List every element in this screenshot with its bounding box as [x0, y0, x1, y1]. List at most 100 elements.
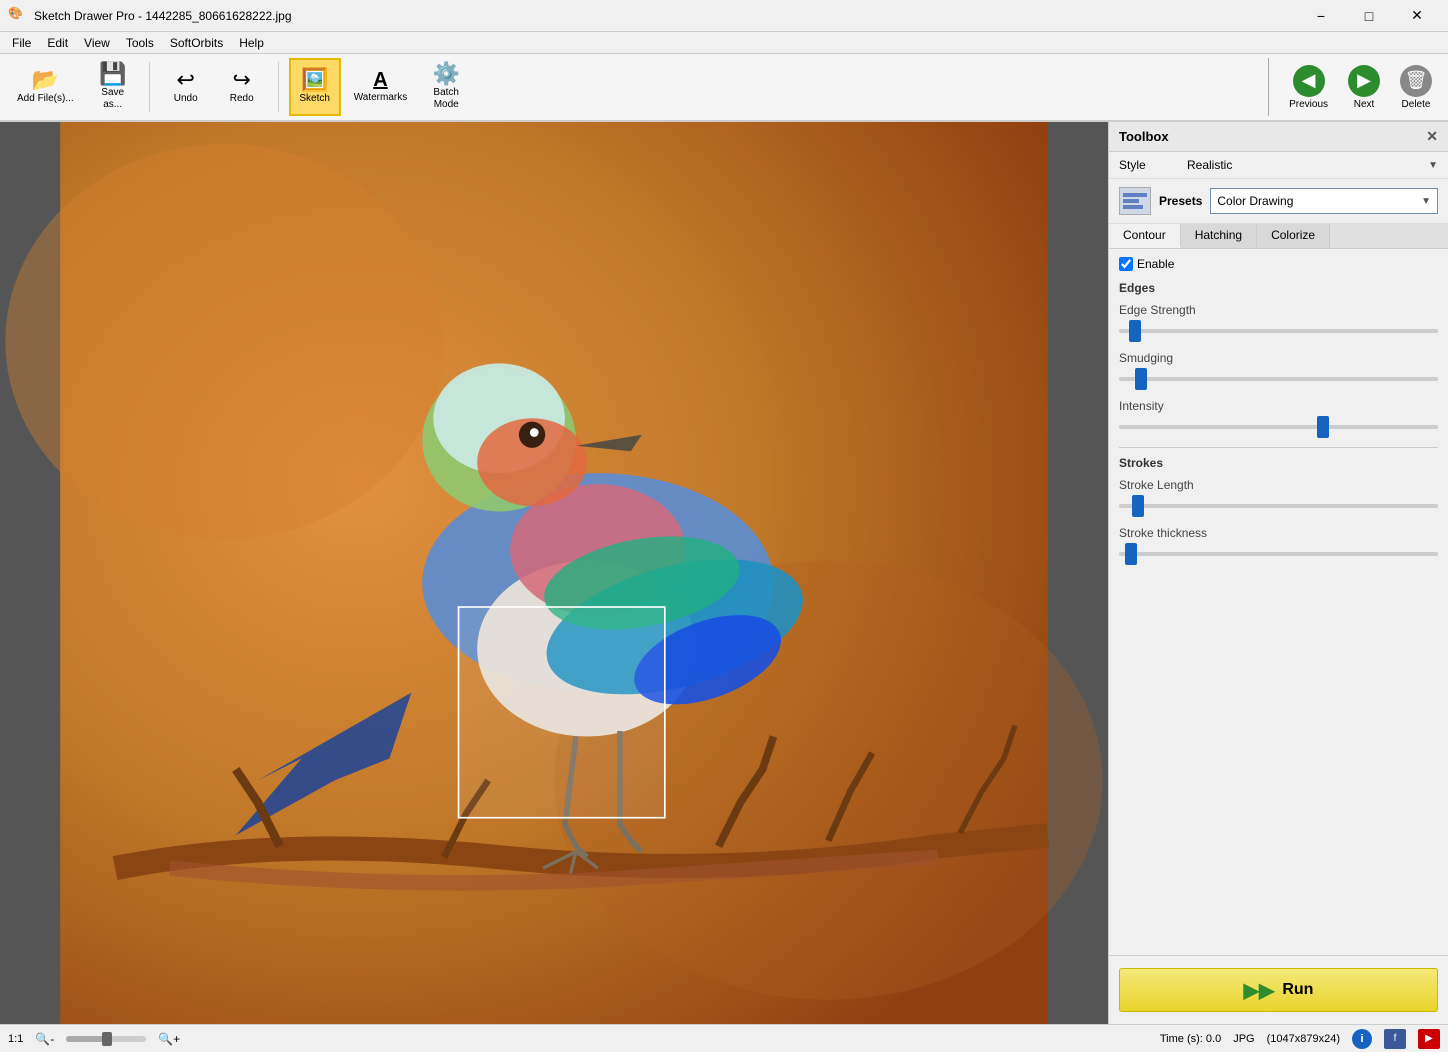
preset-dropdown-arrow: ▼	[1421, 196, 1431, 207]
zoom-in-icon[interactable]: 🔍+	[158, 1032, 180, 1046]
undo-icon: ↩	[176, 69, 194, 91]
batch-label: BatchMode	[433, 87, 459, 111]
stroke-length-thumb[interactable]	[1132, 495, 1144, 517]
edge-strength-slider-group: Edge Strength	[1119, 303, 1438, 341]
facebook-button[interactable]: f	[1384, 1029, 1406, 1049]
dimensions-label: (1047x879x24)	[1267, 1033, 1340, 1045]
smudging-slider[interactable]	[1119, 369, 1438, 389]
app-icon: 🎨	[8, 6, 28, 26]
stroke-length-slider-group: Stroke Length	[1119, 478, 1438, 516]
zoom-out-icon[interactable]: 🔍-	[35, 1032, 54, 1046]
redo-icon: ↪	[232, 69, 250, 91]
add-files-icon: 📂	[32, 69, 59, 91]
delete-label: Delete	[1402, 99, 1431, 110]
intensity-thumb[interactable]	[1317, 416, 1329, 438]
delete-button[interactable]: 🗑 Delete	[1392, 61, 1440, 114]
stroke-thickness-rail	[1119, 552, 1438, 556]
sketch-label: Sketch	[299, 93, 330, 105]
tab-hatching[interactable]: Hatching	[1181, 224, 1257, 248]
sketch-button[interactable]: 🖼️ Sketch	[289, 58, 341, 116]
next-label: Next	[1354, 99, 1375, 110]
undo-label: Undo	[174, 93, 198, 105]
stroke-length-slider[interactable]	[1119, 496, 1438, 516]
tab-colorize[interactable]: Colorize	[1257, 224, 1330, 248]
toolbox-content: Enable Edges Edge Strength Smudging	[1109, 249, 1448, 955]
save-icon: 💾	[99, 63, 126, 85]
menu-file[interactable]: File	[4, 34, 39, 52]
tab-contour[interactable]: Contour	[1109, 224, 1181, 248]
enable-checkbox[interactable]	[1119, 257, 1133, 271]
batch-mode-button[interactable]: ⚙️ BatchMode	[420, 58, 472, 116]
run-icon: ▶▶	[1244, 978, 1275, 1003]
nav-buttons: ◀ Previous ▶ Next 🗑 Delete	[1268, 58, 1440, 116]
toolbar: 📂 Add File(s)... 💾 Saveas... ↩ Undo ↪ Re…	[0, 54, 1448, 122]
redo-label: Redo	[230, 93, 254, 105]
presets-row: Presets Color Drawing ▼	[1109, 179, 1448, 224]
style-value-container[interactable]: Realistic ▼	[1187, 158, 1438, 172]
batch-icon: ⚙️	[433, 63, 460, 85]
zoom-thumb[interactable]	[102, 1032, 112, 1046]
close-button[interactable]: ✕	[1394, 0, 1440, 32]
menubar: File Edit View Tools SoftOrbits Help	[0, 32, 1448, 54]
toolbox-panel: Toolbox ✕ Style Realistic ▼ Presets Colo	[1108, 122, 1448, 1024]
watermarks-button[interactable]: A Watermarks	[345, 58, 417, 116]
format-label: JPG	[1233, 1033, 1254, 1045]
zoom-slider[interactable]	[66, 1036, 146, 1042]
info-button[interactable]: i	[1352, 1029, 1372, 1049]
menu-view[interactable]: View	[76, 34, 118, 52]
stroke-length-rail	[1119, 504, 1438, 508]
menu-help[interactable]: Help	[231, 34, 272, 52]
menu-edit[interactable]: Edit	[39, 34, 76, 52]
presets-label: Presets	[1159, 194, 1202, 208]
save-as-button[interactable]: 💾 Saveas...	[87, 58, 139, 116]
run-btn-area: ▶▶ Run	[1109, 955, 1448, 1024]
menu-softorbits[interactable]: SoftOrbits	[162, 34, 231, 52]
edge-strength-rail	[1119, 329, 1438, 333]
save-label: Saveas...	[101, 87, 124, 111]
toolbox-title: Toolbox	[1119, 129, 1169, 144]
menu-tools[interactable]: Tools	[118, 34, 162, 52]
zoom-value: 1:1	[8, 1033, 23, 1045]
stroke-thickness-label: Stroke thickness	[1119, 526, 1438, 540]
stroke-thickness-slider[interactable]	[1119, 544, 1438, 564]
run-button[interactable]: ▶▶ Run	[1119, 968, 1438, 1012]
toolbox-close-button[interactable]: ✕	[1426, 128, 1438, 145]
next-button[interactable]: ▶ Next	[1340, 61, 1388, 114]
delete-icon: 🗑	[1400, 65, 1432, 97]
strokes-section: Strokes Stroke Length Stroke thickness	[1119, 447, 1438, 564]
previous-button[interactable]: ◀ Previous	[1281, 61, 1336, 114]
maximize-button[interactable]: □	[1346, 0, 1392, 32]
stroke-thickness-thumb[interactable]	[1125, 543, 1137, 565]
style-value: Realistic	[1187, 158, 1232, 172]
tabs: Contour Hatching Colorize	[1109, 224, 1448, 249]
style-dropdown-arrow: ▼	[1428, 160, 1438, 171]
presets-icon	[1119, 187, 1151, 215]
smudging-thumb[interactable]	[1135, 368, 1147, 390]
redo-button[interactable]: ↪ Redo	[216, 58, 268, 116]
smudging-label: Smudging	[1119, 351, 1438, 365]
intensity-slider-group: Intensity	[1119, 399, 1438, 437]
window-title: Sketch Drawer Pro - 1442285_80661628222.…	[34, 9, 1298, 23]
toolbox-header: Toolbox ✕	[1109, 122, 1448, 152]
intensity-slider[interactable]	[1119, 417, 1438, 437]
watermarks-label: Watermarks	[354, 92, 408, 104]
toolbar-sep-1	[149, 62, 150, 112]
edge-strength-slider[interactable]	[1119, 321, 1438, 341]
minimize-button[interactable]: −	[1298, 0, 1344, 32]
undo-button[interactable]: ↩ Undo	[160, 58, 212, 116]
sketch-icon: 🖼️	[301, 69, 328, 91]
previous-icon: ◀	[1293, 65, 1325, 97]
edge-strength-thumb[interactable]	[1129, 320, 1141, 342]
strokes-section-title: Strokes	[1119, 456, 1438, 470]
add-files-button[interactable]: 📂 Add File(s)...	[8, 58, 83, 116]
presets-dropdown[interactable]: Color Drawing ▼	[1210, 188, 1438, 214]
intensity-label: Intensity	[1119, 399, 1438, 413]
intensity-rail	[1119, 425, 1438, 429]
style-label: Style	[1119, 158, 1179, 172]
smudging-slider-group: Smudging	[1119, 351, 1438, 389]
bird-image	[0, 122, 1108, 1024]
stroke-length-label: Stroke Length	[1119, 478, 1438, 492]
youtube-button[interactable]: ▶	[1418, 1029, 1440, 1049]
watermarks-icon: A	[373, 70, 387, 90]
next-icon: ▶	[1348, 65, 1380, 97]
